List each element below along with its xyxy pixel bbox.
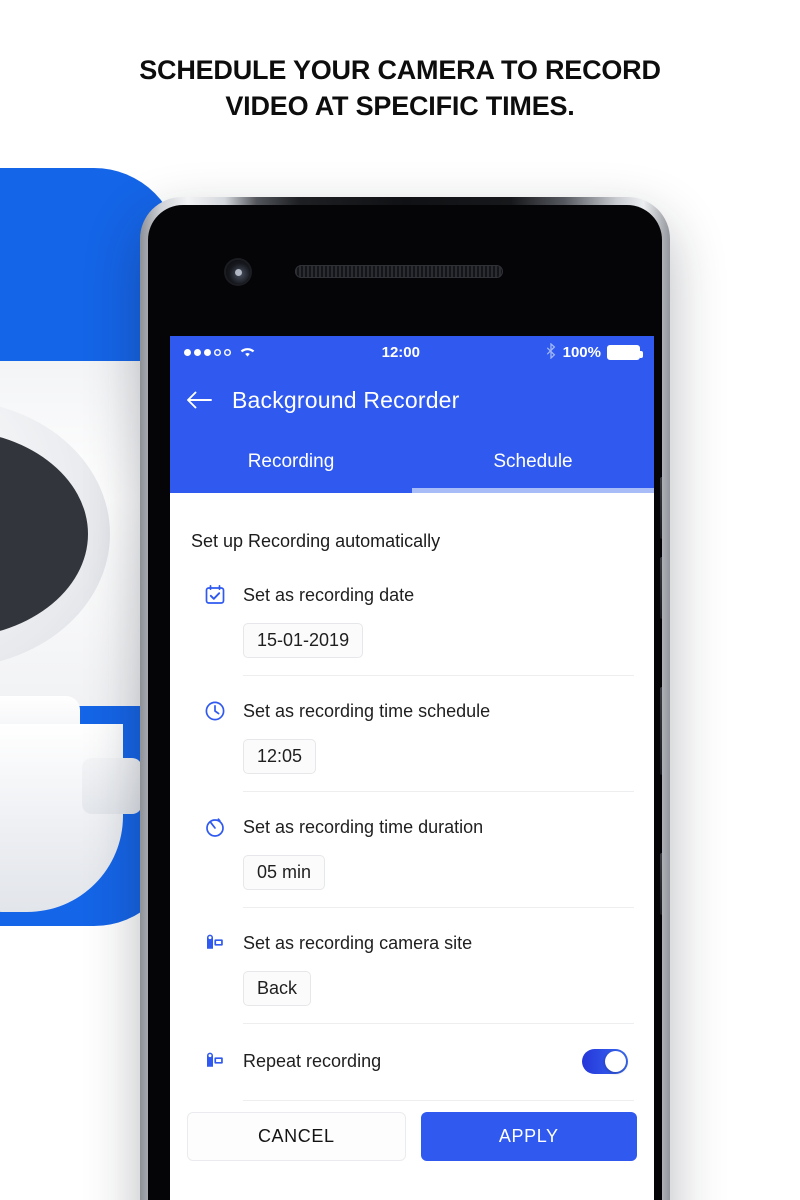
phone-screen: 12:00 100% Background Recorder Recording… xyxy=(170,336,654,1200)
headline-line-1: SCHEDULE YOUR CAMERA TO RECORD xyxy=(139,55,661,85)
back-arrow-icon[interactable] xyxy=(184,385,214,415)
recording-camera-site-value[interactable]: Back xyxy=(243,971,312,1006)
row-recording-time-duration-label: Set as recording time duration xyxy=(243,816,484,837)
signal-dots-icon xyxy=(184,349,231,356)
headline-line-2: VIDEO AT SPECIFIC TIMES. xyxy=(225,91,575,121)
row-divider xyxy=(243,791,634,792)
app-bar: Background Recorder xyxy=(170,369,654,431)
recording-time-schedule-value[interactable]: 12:05 xyxy=(243,739,317,774)
apply-button[interactable]: APPLY xyxy=(420,1112,637,1161)
footer-actions: CANCEL APPLY xyxy=(170,1098,654,1179)
camcorder-icon xyxy=(204,932,226,954)
tab-bar: Recording Schedule xyxy=(170,431,654,493)
calendar-check-icon xyxy=(204,584,226,606)
phone-device-mockup: 12:00 100% Background Recorder Recording… xyxy=(140,197,670,1200)
promo-screenshot: SCHEDULE YOUR CAMERA TO RECORD VIDEO AT … xyxy=(0,0,800,1200)
cancel-button[interactable]: CANCEL xyxy=(187,1112,406,1161)
section-title: Set up Recording automatically xyxy=(191,531,441,551)
bluetooth-icon xyxy=(546,342,557,363)
row-recording-time-duration-head: Set as recording time duration xyxy=(204,810,634,844)
battery-percent-label: 100% xyxy=(562,344,601,361)
side-button-extra[interactable] xyxy=(660,853,662,915)
status-bar-left xyxy=(184,345,256,361)
tab-active-indicator xyxy=(412,488,654,493)
mascot-base xyxy=(0,724,123,912)
row-recording-time-duration[interactable]: Set as recording time duration 05 min xyxy=(190,810,634,908)
row-repeat-recording[interactable]: Repeat recording xyxy=(190,1044,634,1101)
front-camera-icon xyxy=(226,260,250,284)
row-divider xyxy=(243,907,634,908)
row-repeat-recording-head: Repeat recording xyxy=(204,1044,634,1078)
power-button[interactable] xyxy=(660,687,662,775)
schedule-form: Set up Recording automatically Set as re… xyxy=(170,493,654,1101)
toggle-knob xyxy=(605,1050,626,1072)
earpiece-speaker-icon xyxy=(295,265,503,278)
wifi-icon xyxy=(239,345,256,361)
phone-body: 12:00 100% Background Recorder Recording… xyxy=(148,205,662,1200)
row-recording-camera-site-label: Set as recording camera site xyxy=(243,932,473,953)
row-repeat-recording-label: Repeat recording xyxy=(243,1050,382,1071)
row-recording-camera-site[interactable]: Set as recording camera site Back xyxy=(190,926,634,1024)
row-recording-time-schedule-label: Set as recording time schedule xyxy=(243,700,491,721)
row-recording-time-schedule[interactable]: Set as recording time schedule 12:05 xyxy=(190,694,634,792)
status-bar: 12:00 100% xyxy=(170,336,654,369)
row-divider xyxy=(243,675,634,676)
mascot-side-stub xyxy=(82,758,142,814)
status-bar-right: 100% xyxy=(546,342,643,363)
camcorder-icon xyxy=(204,1050,226,1072)
status-bar-time: 12:00 xyxy=(381,344,420,361)
stopwatch-icon xyxy=(204,816,226,838)
volume-up-button[interactable] xyxy=(660,477,662,539)
volume-down-button[interactable] xyxy=(660,557,662,619)
recording-date-value[interactable]: 15-01-2019 xyxy=(243,623,364,658)
row-recording-date-label: Set as recording date xyxy=(243,584,415,605)
recording-time-duration-value[interactable]: 05 min xyxy=(243,855,326,890)
row-recording-date-head: Set as recording date xyxy=(204,578,634,612)
clock-icon xyxy=(204,700,226,722)
page-title: Background Recorder xyxy=(232,386,460,413)
tab-recording[interactable]: Recording xyxy=(170,431,412,493)
row-recording-time-schedule-head: Set as recording time schedule xyxy=(204,694,634,728)
promo-headline: SCHEDULE YOUR CAMERA TO RECORD VIDEO AT … xyxy=(0,52,800,124)
repeat-recording-toggle[interactable] xyxy=(582,1048,628,1074)
row-recording-date[interactable]: Set as recording date 15-01-2019 xyxy=(190,578,634,676)
battery-full-icon xyxy=(607,345,643,360)
tab-schedule[interactable]: Schedule xyxy=(412,431,654,493)
row-divider xyxy=(243,1100,634,1101)
row-recording-camera-site-head: Set as recording camera site xyxy=(204,926,634,960)
row-divider xyxy=(243,1023,634,1024)
